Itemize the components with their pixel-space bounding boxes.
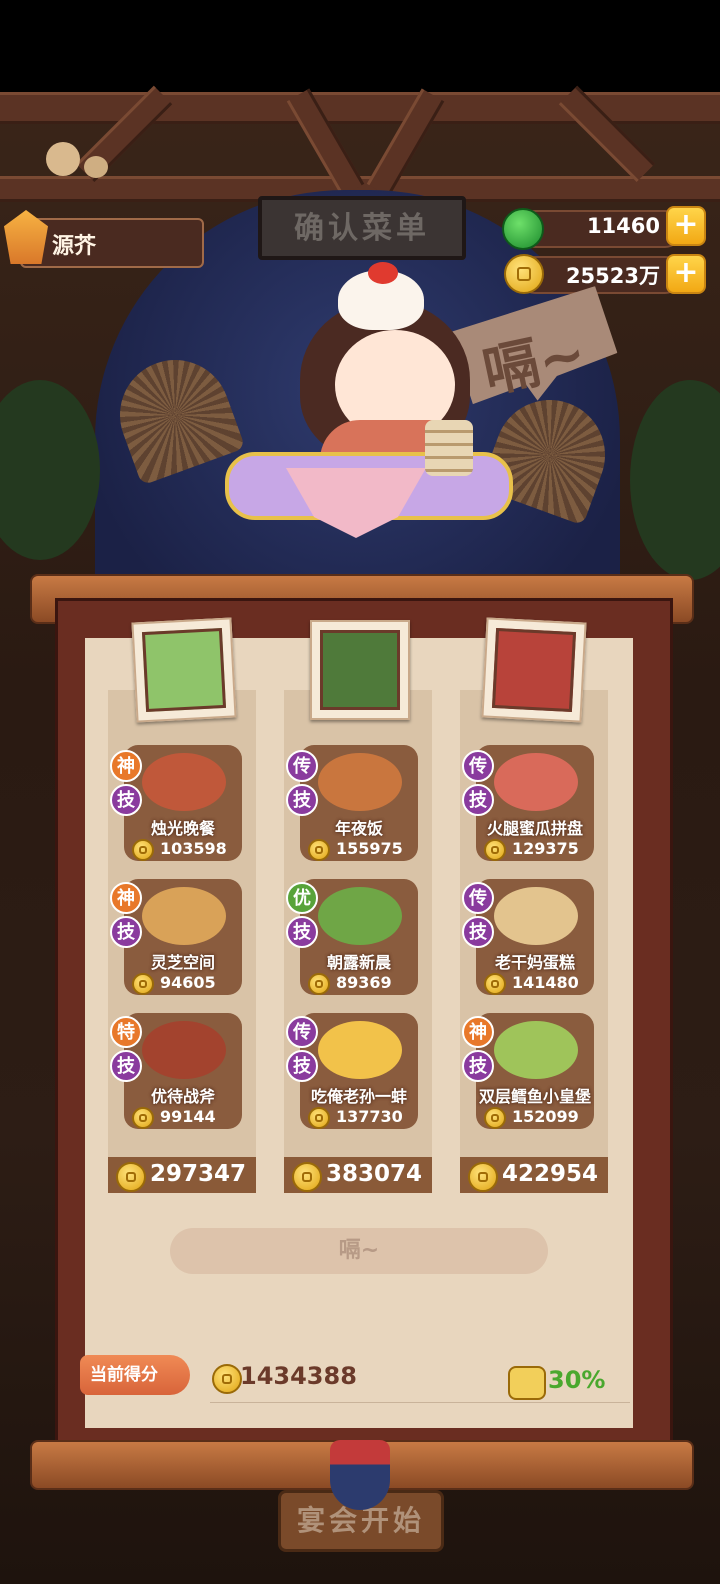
dish-image — [318, 753, 402, 811]
coin-icon — [132, 839, 154, 861]
scroll-tassel — [330, 1440, 390, 1510]
dish-name: 朝露新晨 — [326, 953, 391, 972]
skill-badge: 技 — [110, 784, 142, 816]
tier-badge: 特 — [110, 1016, 142, 1048]
dish-score: 155975 — [336, 839, 403, 858]
tier-badge: 神 — [110, 882, 142, 914]
tier-badge: 传 — [286, 1016, 318, 1048]
portrait-inner — [141, 627, 227, 713]
dish-image — [494, 753, 578, 811]
dish-image — [318, 1021, 402, 1079]
dish-score: 94605 — [160, 973, 216, 992]
dish-score: 141480 — [512, 973, 579, 992]
portrait-inner — [491, 627, 577, 713]
current-score: 1434388 — [240, 1362, 357, 1390]
jade-icon — [502, 208, 544, 250]
stacked-bowls — [425, 420, 473, 476]
add-coins-button[interactable]: + — [666, 254, 706, 294]
dish-name: 年夜饭 — [334, 819, 383, 838]
dish-image — [494, 887, 578, 945]
dish-name: 烛光晚餐 — [150, 819, 215, 838]
player-name: 源芥 — [52, 234, 97, 259]
dish-score: 99144 — [160, 1107, 216, 1126]
player-name-box[interactable] — [20, 218, 204, 268]
tier-badge: 神 — [462, 1016, 494, 1048]
skill-badge: 技 — [110, 1050, 142, 1082]
dish-name: 优待战斧 — [150, 1087, 215, 1106]
skill-badge: 技 — [462, 916, 494, 948]
dish-image — [494, 1021, 578, 1079]
coin-icon — [132, 973, 154, 995]
bonus-icon — [508, 1366, 546, 1400]
coin-icon — [308, 839, 330, 861]
bonus-percent: 30% — [548, 1366, 606, 1394]
dish-score: 152099 — [512, 1107, 579, 1126]
hen-comb — [368, 262, 398, 284]
column-total: 383074 — [326, 1161, 423, 1187]
skill-badge: 技 — [286, 916, 318, 948]
coin-icon — [484, 839, 506, 861]
skill-badge: 技 — [462, 784, 494, 816]
dish-score: 89369 — [336, 973, 392, 992]
coin-icon — [292, 1162, 322, 1192]
score-divider — [210, 1402, 630, 1403]
column-total: 297347 — [150, 1161, 247, 1187]
coin-icon — [212, 1364, 242, 1394]
dish-score: 129375 — [512, 839, 579, 858]
coin-icon — [468, 1162, 498, 1192]
chick-decoration — [84, 156, 108, 178]
guest-portrait-1[interactable] — [131, 617, 237, 723]
guest-portrait-2[interactable] — [310, 620, 410, 720]
coin-icon — [308, 1107, 330, 1129]
skill-badge: 技 — [286, 784, 318, 816]
coin-icon — [504, 254, 544, 294]
add-jade-button[interactable]: + — [666, 206, 706, 246]
roof-beam-top — [0, 92, 720, 124]
coin-icon — [116, 1162, 146, 1192]
coin-icon — [308, 973, 330, 995]
coin-icon — [484, 1107, 506, 1129]
dish-image — [142, 753, 226, 811]
portrait-inner — [320, 630, 400, 710]
tier-badge: 传 — [286, 750, 318, 782]
skill-badge: 技 — [110, 916, 142, 948]
jade-amount: 11460 — [586, 214, 660, 238]
skill-badge: 技 — [286, 1050, 318, 1082]
dish-image — [318, 887, 402, 945]
guest-portrait-3[interactable] — [481, 617, 587, 723]
dish-name: 火腿蜜瓜拼盘 — [486, 819, 583, 838]
burp-button[interactable]: 嗝~ — [170, 1228, 548, 1274]
skill-badge: 技 — [462, 1050, 494, 1082]
dish-name: 灵芝空间 — [150, 953, 215, 972]
menu-title: 确认菜单 — [294, 211, 430, 246]
coin-icon — [484, 973, 506, 995]
tier-badge: 神 — [110, 750, 142, 782]
dish-score: 137730 — [336, 1107, 403, 1126]
dish-score: 103598 — [160, 839, 227, 858]
column-total: 422954 — [502, 1161, 599, 1187]
tier-badge: 传 — [462, 750, 494, 782]
dish-image — [142, 1021, 226, 1079]
dish-name: 老干妈蛋糕 — [494, 953, 575, 972]
dish-name: 吃俺老孙一蚌 — [310, 1087, 407, 1106]
chick-decoration — [46, 142, 80, 176]
dish-name: 双层鳕鱼小皇堡 — [478, 1087, 591, 1106]
coin-icon — [132, 1107, 154, 1129]
current-score-label: 当前得分 — [80, 1355, 190, 1395]
dish-image — [142, 887, 226, 945]
tier-badge: 优 — [286, 882, 318, 914]
coin-amount: 25523万 — [565, 264, 660, 288]
tier-badge: 传 — [462, 882, 494, 914]
